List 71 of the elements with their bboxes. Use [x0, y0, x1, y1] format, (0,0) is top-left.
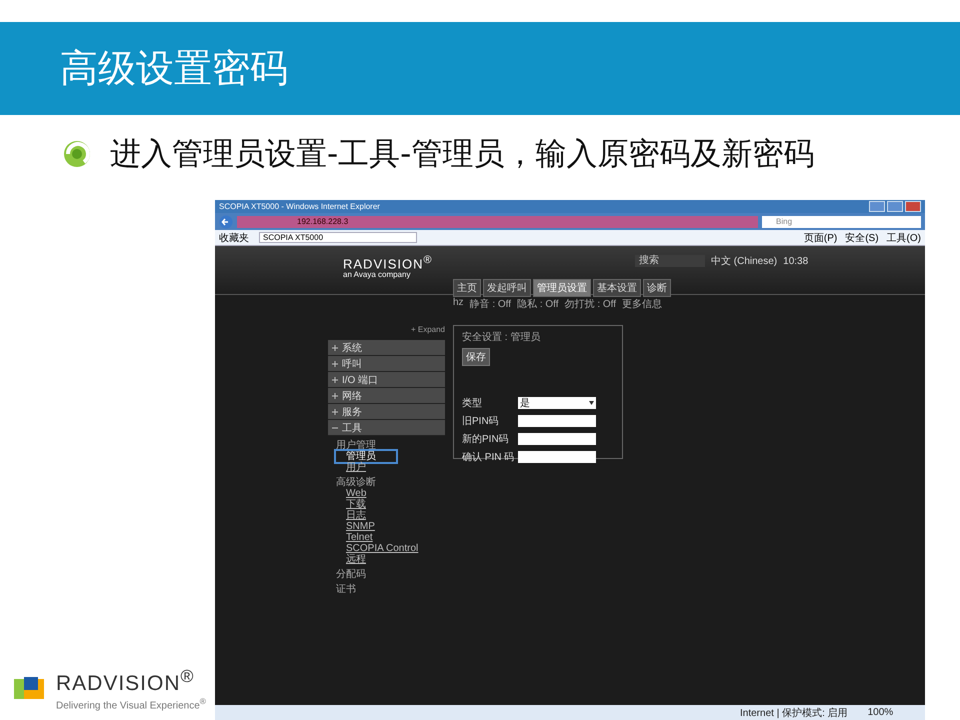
- nav-tab[interactable]: 诊断: [643, 279, 671, 298]
- submenu-item[interactable]: SCOPIA Control: [336, 543, 418, 554]
- panel-breadcrumb: 安全设置 : 管理员: [462, 330, 540, 344]
- nav-tab[interactable]: 管理员设置: [533, 279, 591, 298]
- field-label: 类型: [462, 396, 483, 410]
- search-field[interactable]: 搜索: [635, 255, 705, 267]
- menu-group[interactable]: 高级诊断: [336, 477, 445, 488]
- submenu-item[interactable]: SNMP: [336, 521, 375, 532]
- toolbar-menu[interactable]: 工具(O): [886, 230, 921, 244]
- expand-link[interactable]: + Expand: [410, 325, 445, 334]
- search-field[interactable]: Bing: [762, 216, 921, 228]
- input-field[interactable]: [518, 433, 596, 445]
- expand-icon: [332, 424, 338, 430]
- maximize-button[interactable]: [887, 201, 903, 212]
- submenu-item[interactable]: 用户: [336, 462, 366, 473]
- status-item: 静音 : Off: [470, 298, 512, 311]
- favorites-button[interactable]: 收藏夹: [219, 230, 249, 244]
- field-label: 旧PIN码: [462, 414, 500, 428]
- save-button[interactable]: 保存: [462, 348, 490, 366]
- submenu-item[interactable]: 下载: [336, 499, 366, 510]
- nav-tab[interactable]: 主页: [453, 279, 481, 298]
- window-title: SCOPIA XT5000 - Windows Internet Explorer: [219, 202, 380, 211]
- close-button[interactable]: [905, 201, 921, 212]
- submenu-item[interactable]: 远程: [336, 554, 366, 565]
- expand-icon: [332, 344, 338, 350]
- expand-icon: [332, 408, 338, 414]
- expand-icon: [332, 360, 338, 366]
- address-field[interactable]: 192.168.228.3: [237, 216, 758, 228]
- expand-icon: [332, 392, 338, 398]
- field-label: 新的PIN码: [462, 432, 510, 446]
- logo-subtitle: an Avaya company: [343, 270, 412, 280]
- menu-item[interactable]: I/O 端口: [328, 372, 445, 388]
- minimize-button[interactable]: [869, 201, 885, 212]
- menu-group[interactable]: 用户管理: [336, 440, 445, 451]
- input-field[interactable]: [518, 451, 596, 463]
- caret-icon: [589, 401, 594, 405]
- nav-tab[interactable]: 发起呼叫: [483, 279, 531, 298]
- zoom-level[interactable]: 100%: [868, 707, 894, 718]
- toolbar-menu[interactable]: 安全(S): [845, 230, 879, 244]
- language-menu[interactable]: 中文 (Chinese): [711, 254, 778, 268]
- status-item: 隐私 : Off: [517, 298, 559, 311]
- bullet-text: 进入管理员设置-工具-管理员，输入原密码及新密码: [110, 135, 816, 174]
- logo-text: RADVISION$^{®}$: [343, 254, 434, 270]
- status-item: hz: [453, 297, 464, 310]
- menu-group[interactable]: 证书: [336, 584, 445, 595]
- toolbar-menu[interactable]: 页面(P): [804, 230, 838, 244]
- dropdown[interactable]: 是: [518, 397, 596, 409]
- back-icon[interactable]: [219, 214, 233, 228]
- submenu-item[interactable]: Telnet: [336, 532, 373, 543]
- field-label: 确认 PIN 码: [462, 451, 516, 464]
- logo-tagline: Delivering the Visual Experience$^{®}$: [56, 696, 206, 712]
- browser-tab[interactable]: SCOPIA XT5000: [259, 232, 417, 243]
- expand-icon: [332, 376, 338, 382]
- menu-item[interactable]: 工具: [328, 420, 445, 436]
- menu-item[interactable]: 系统: [328, 340, 445, 356]
- status-item: 更多信息: [622, 298, 662, 311]
- logo-icon: [14, 676, 44, 699]
- submenu-item[interactable]: 日志: [336, 510, 366, 521]
- nav-tab[interactable]: 基本设置: [593, 279, 641, 298]
- slide-title: 高级设置密码: [60, 45, 288, 92]
- menu-item[interactable]: 呼叫: [328, 356, 445, 372]
- status-text: Internet | 保护模式: 启用: [740, 706, 848, 720]
- logo-text: RADVISION$^{®}$: [56, 665, 196, 696]
- submenu-item[interactable]: Web: [336, 488, 366, 499]
- menu-item[interactable]: 网络: [328, 388, 445, 404]
- time-text: 10:38: [783, 256, 808, 266]
- submenu-item[interactable]: 管理员: [336, 451, 396, 462]
- status-item: 勿打扰 : Off: [564, 298, 616, 311]
- menu-item[interactable]: 服务: [328, 404, 445, 420]
- menu-group[interactable]: 分配码: [336, 569, 445, 580]
- input-field[interactable]: [518, 415, 596, 427]
